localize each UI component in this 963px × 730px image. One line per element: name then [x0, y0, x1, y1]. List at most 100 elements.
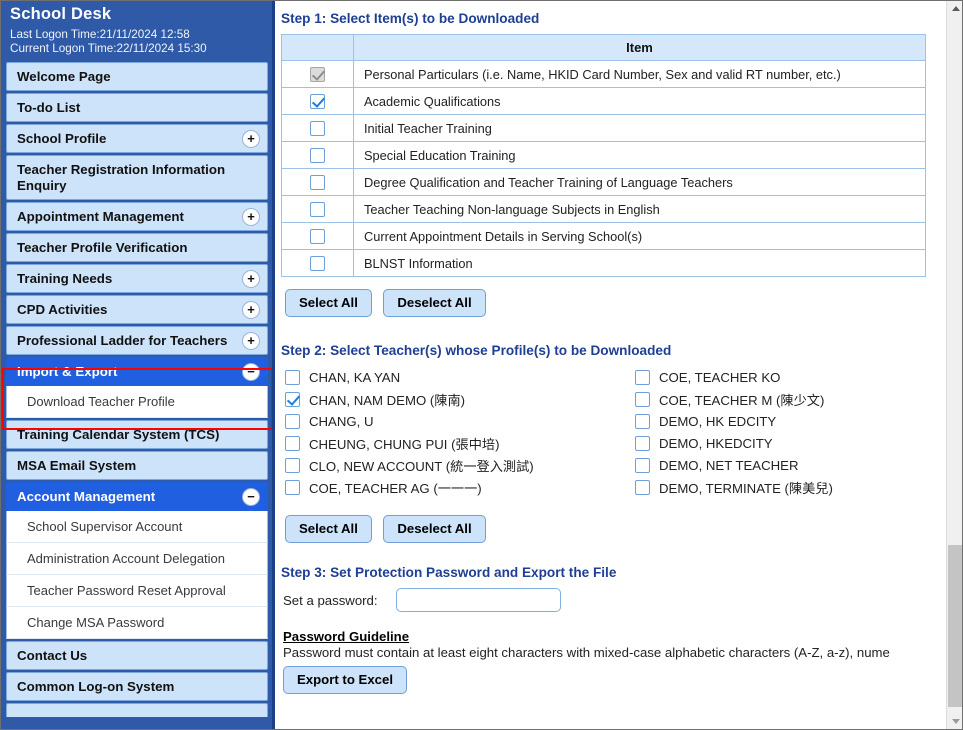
- teacher-checkbox-clo-new-account[interactable]: [285, 457, 300, 473]
- item-label: Current Appointment Details in Serving S…: [353, 222, 926, 250]
- teacher-checkbox-cheung-chung-pui[interactable]: [285, 435, 300, 451]
- sidebar-item-contact-us[interactable]: Contact Us: [6, 641, 268, 670]
- table-row: BLNST Information: [281, 249, 926, 277]
- teacher-row[interactable]: CLO, NEW ACCOUNT (統一登入測試): [285, 454, 635, 476]
- teacher-checkbox-demo-hk-edcity[interactable]: [635, 413, 650, 429]
- sidebar-item-welcome-page[interactable]: Welcome Page: [6, 62, 268, 91]
- teacher-row[interactable]: COE, TEACHER AG (一一一): [285, 476, 635, 498]
- teacher-column-left: CHAN, KA YAN CHAN, NAM DEMO (陳南) CHANG, …: [285, 366, 635, 498]
- password-guideline-title: Password Guideline: [283, 629, 410, 644]
- teacher-label: DEMO, NET TEACHER: [659, 457, 799, 473]
- export-to-excel-button[interactable]: Export to Excel: [283, 666, 408, 694]
- row-checkbox-cell: [281, 195, 354, 223]
- sidebar-item-change-msa-password[interactable]: Change MSA Password: [6, 607, 268, 639]
- teacher-checkbox-coe-teacher-ko[interactable]: [635, 369, 650, 385]
- sidebar-item-training-needs[interactable]: Training Needs +: [6, 264, 268, 293]
- password-input[interactable]: [395, 588, 561, 612]
- teacher-row[interactable]: CHANG, U: [285, 410, 635, 432]
- current-logon-time: Current Logon Time:22/11/2024 15:30: [10, 42, 207, 55]
- item-label: Teacher Teaching Non-language Subjects i…: [353, 195, 926, 223]
- sidebar-item-common-log-on-system[interactable]: Common Log-on System: [6, 672, 268, 701]
- teacher-row[interactable]: CHEUNG, CHUNG PUI (張中培): [285, 432, 635, 454]
- sidebar-item-administration-account-delegation[interactable]: Administration Account Delegation: [6, 543, 268, 575]
- scroll-down-arrow-icon[interactable]: [947, 713, 963, 730]
- item-label: Academic Qualifications: [353, 87, 926, 115]
- item-checkbox-current-appointment-details[interactable]: [310, 229, 325, 245]
- teacher-row[interactable]: DEMO, TERMINATE (陳美兒): [635, 476, 963, 498]
- item-checkbox-degree-qualification[interactable]: [310, 175, 325, 191]
- scroll-up-arrow-icon[interactable]: [947, 0, 963, 17]
- step2-select-all-button[interactable]: Select All: [285, 515, 372, 543]
- teacher-row[interactable]: DEMO, HK EDCITY: [635, 410, 963, 432]
- sidebar-item-label: School Profile: [17, 130, 107, 146]
- teacher-row[interactable]: COE, TEACHER KO: [635, 366, 963, 388]
- sidebar-item-school-profile[interactable]: School Profile +: [6, 124, 268, 153]
- plus-icon[interactable]: +: [242, 331, 260, 350]
- minus-icon[interactable]: −: [242, 362, 260, 381]
- teacher-checkbox-demo-terminate[interactable]: [635, 479, 650, 495]
- sidebar-item-school-supervisor-account[interactable]: School Supervisor Account: [6, 511, 268, 543]
- sidebar-item-download-teacher-profile[interactable]: Download Teacher Profile: [6, 386, 268, 418]
- sidebar-item-cpd-activities[interactable]: CPD Activities +: [6, 295, 268, 324]
- minus-icon[interactable]: −: [242, 487, 260, 506]
- sidebar-item-appointment-management[interactable]: Appointment Management +: [6, 202, 268, 231]
- row-checkbox-cell: [281, 141, 354, 169]
- teacher-label: DEMO, HK EDCITY: [659, 413, 777, 429]
- plus-icon[interactable]: +: [242, 207, 260, 226]
- step2-title: Step 2: Select Teacher(s) whose Profile(…: [281, 343, 672, 358]
- teacher-checkbox-chan-nam-demo[interactable]: [285, 391, 300, 407]
- item-label: BLNST Information: [353, 249, 926, 277]
- row-checkbox-cell: [281, 60, 354, 88]
- password-guideline-text: Password must contain at least eight cha…: [283, 645, 890, 660]
- download-teacher-profile-page: School Desk Last Logon Time:21/11/2024 1…: [0, 0, 963, 730]
- teacher-label: CHEUNG, CHUNG PUI (張中培): [309, 436, 500, 452]
- sidebar-item-partial[interactable]: [6, 703, 268, 717]
- sidebar-item-teacher-password-reset-approval[interactable]: Teacher Password Reset Approval: [6, 575, 268, 607]
- teacher-checkbox-coe-teacher-ag[interactable]: [285, 479, 300, 495]
- teacher-checkbox-coe-teacher-m[interactable]: [635, 391, 650, 407]
- sidebar-item-msa-email-system[interactable]: MSA Email System: [6, 451, 268, 480]
- item-checkbox-initial-teacher-training[interactable]: [310, 121, 325, 137]
- scrollbar-thumb[interactable]: [948, 545, 963, 707]
- sidebar-item-label: To-do List: [17, 99, 81, 115]
- sidebar-item-to-do-list[interactable]: To-do List: [6, 93, 268, 122]
- sidebar-item-teacher-registration-information-enquiry[interactable]: Teacher Registration Information Enquiry: [6, 155, 268, 200]
- item-checkbox-special-education-training[interactable]: [310, 148, 325, 164]
- teacher-row[interactable]: COE, TEACHER M (陳少文): [635, 388, 963, 410]
- teacher-checkbox-demo-net-teacher[interactable]: [635, 457, 650, 473]
- sidebar-item-label: Training Needs: [17, 270, 113, 286]
- plus-icon[interactable]: +: [242, 300, 260, 319]
- scrollable-content: Step 1: Select Item(s) to be Downloaded …: [275, 0, 963, 730]
- teacher-label: DEMO, TERMINATE (陳美兒): [659, 480, 833, 496]
- teacher-checkbox-demo-hkedcity[interactable]: [635, 435, 650, 451]
- step1-deselect-all-button[interactable]: Deselect All: [383, 289, 486, 317]
- row-checkbox-cell: [281, 222, 354, 250]
- step1-select-all-button[interactable]: Select All: [285, 289, 372, 317]
- sidebar-item-import-export[interactable]: Import & Export −: [6, 357, 268, 386]
- teacher-label: COE, TEACHER AG (一一一): [309, 480, 482, 496]
- teacher-checkbox-chang-u[interactable]: [285, 413, 300, 429]
- item-label: Degree Qualification and Teacher Trainin…: [353, 168, 926, 196]
- password-row: Set a password:: [283, 588, 963, 612]
- plus-icon[interactable]: +: [242, 269, 260, 288]
- teacher-row[interactable]: CHAN, KA YAN: [285, 366, 635, 388]
- plus-icon[interactable]: +: [242, 129, 260, 148]
- sidebar-item-label: Welcome Page: [17, 68, 111, 84]
- sidebar-menu: Welcome Page To-do List School Profile +…: [0, 62, 272, 717]
- sidebar-item-training-calendar-system[interactable]: Training Calendar System (TCS): [6, 420, 268, 449]
- teacher-label: COE, TEACHER KO: [659, 369, 781, 385]
- teacher-row[interactable]: DEMO, NET TEACHER: [635, 454, 963, 476]
- teacher-row[interactable]: DEMO, HKEDCITY: [635, 432, 963, 454]
- item-checkbox-academic-qualifications[interactable]: [310, 94, 325, 110]
- teacher-column-right: COE, TEACHER KO COE, TEACHER M (陳少文) DEM…: [635, 366, 963, 498]
- step2-deselect-all-button[interactable]: Deselect All: [383, 515, 486, 543]
- sidebar-item-account-management[interactable]: Account Management −: [6, 482, 268, 511]
- item-checkbox-non-language-subjects[interactable]: [310, 202, 325, 218]
- teacher-row[interactable]: CHAN, NAM DEMO (陳南): [285, 388, 635, 410]
- item-checkbox-blnst-information[interactable]: [310, 256, 325, 272]
- vertical-scrollbar[interactable]: [946, 0, 963, 730]
- sidebar-item-teacher-profile-verification[interactable]: Teacher Profile Verification: [6, 233, 268, 262]
- teacher-checkbox-chan-ka-yan[interactable]: [285, 369, 300, 385]
- row-checkbox-cell: [281, 114, 354, 142]
- sidebar-item-professional-ladder-for-teachers[interactable]: Professional Ladder for Teachers +: [6, 326, 268, 355]
